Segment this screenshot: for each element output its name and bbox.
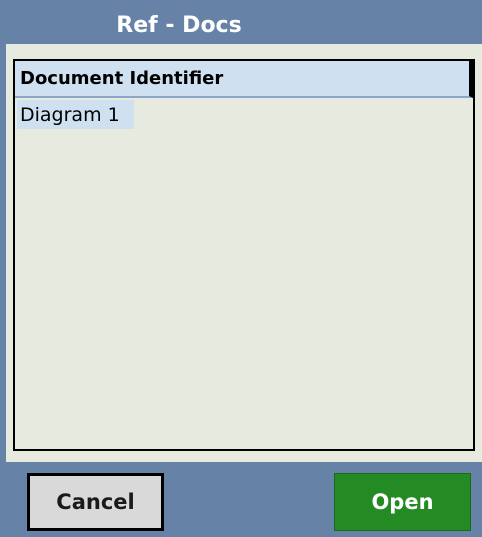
list-header[interactable]: Document Identifier [15,61,473,98]
document-list[interactable]: Document Identifier Diagram 1 [13,59,475,451]
window-title: Ref - Docs [116,12,242,38]
title-bar: Ref - Docs [6,6,482,44]
column-header-document-identifier[interactable]: Document Identifier [15,68,223,89]
list-item[interactable]: Diagram 1 [17,100,134,129]
dialog-content: Document Identifier Diagram 1 [6,44,482,462]
cancel-button[interactable]: Cancel [27,473,164,531]
dialog-window: Ref - Docs Document Identifier Diagram 1… [0,0,482,537]
open-button[interactable]: Open [334,473,471,531]
